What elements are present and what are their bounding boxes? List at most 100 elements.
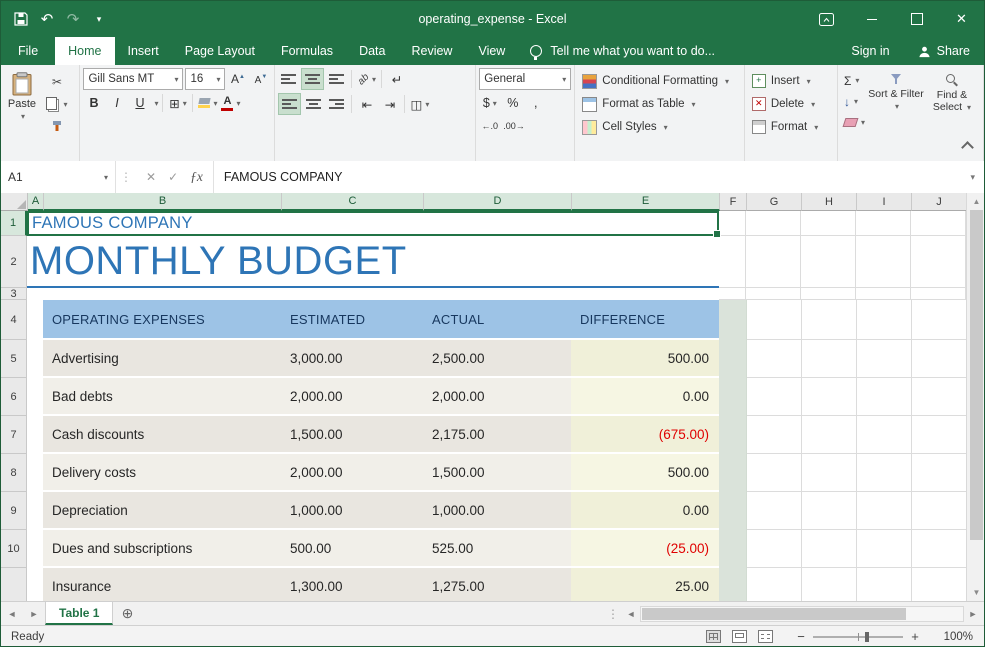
column-header-g[interactable]: G [747, 193, 802, 211]
grid-cell[interactable] [719, 454, 747, 492]
share-button[interactable]: Share [904, 37, 984, 65]
expense-name-cell[interactable]: Depreciation [43, 492, 281, 530]
save-button[interactable] [9, 6, 33, 32]
delete-cells-button[interactable]: ✕ Delete ▾ [748, 94, 834, 114]
row-header-2[interactable]: 2 [1, 236, 27, 288]
row-header-9[interactable]: 9 [1, 492, 27, 530]
tab-insert[interactable]: Insert [115, 37, 172, 65]
grid-cells[interactable] [747, 378, 967, 416]
maximize-button[interactable] [894, 1, 939, 37]
format-painter-button[interactable] [45, 117, 69, 135]
zoom-level[interactable]: 100% [923, 631, 984, 643]
select-all-corner[interactable] [1, 193, 28, 211]
grid-cell[interactable] [719, 236, 746, 288]
grid-cell[interactable] [27, 530, 43, 568]
estimated-cell[interactable]: 2,000.00 [281, 378, 423, 416]
fill-color-button[interactable]: ▾ [197, 93, 218, 113]
row-header-7[interactable]: 7 [1, 416, 27, 454]
actual-cell[interactable]: 2,500.00 [423, 340, 571, 378]
sort-filter-button[interactable]: Sort & Filter ▾ [868, 68, 924, 164]
expense-name-cell[interactable]: Dues and subscriptions [43, 530, 281, 568]
difference-cell[interactable]: (675.00) [571, 416, 719, 454]
sign-in-button[interactable]: Sign in [837, 37, 903, 65]
grid-cells[interactable] [746, 211, 966, 236]
autosum-button[interactable]: Σ▾ [841, 71, 868, 90]
cell-styles-button[interactable]: Cell Styles ▾ [578, 117, 741, 137]
table-header-estimated[interactable]: ESTIMATED [281, 300, 423, 340]
orientation-button[interactable]: ab▾ [356, 69, 377, 89]
number-format-select[interactable]: General ▾ [479, 68, 571, 90]
wrap-text-button[interactable]: ↵ [386, 69, 407, 89]
customize-quick-access-button[interactable]: ▾ [87, 6, 111, 32]
top-align-button[interactable] [278, 69, 299, 89]
cancel-entry-button[interactable]: ✕ [146, 170, 156, 184]
tab-page-layout[interactable]: Page Layout [172, 37, 268, 65]
grid-cell[interactable] [719, 530, 747, 568]
grid-cell[interactable] [27, 378, 43, 416]
align-left-button[interactable] [278, 93, 301, 115]
zoom-slider-thumb[interactable] [865, 632, 869, 642]
expense-name-cell[interactable]: Advertising [43, 340, 281, 378]
grid-cell[interactable] [719, 492, 747, 530]
actual-cell[interactable]: 1,000.00 [423, 492, 571, 530]
conditional-formatting-button[interactable]: Conditional Formatting ▾ [578, 71, 741, 91]
comma-format-button[interactable]: , [525, 93, 546, 113]
zoom-in-button[interactable]: + [907, 629, 923, 644]
column-header-h[interactable]: H [802, 193, 857, 211]
grid-cell[interactable] [719, 416, 747, 454]
new-sheet-button[interactable]: ⊕ [113, 602, 141, 625]
grid-cells[interactable] [747, 492, 967, 530]
clear-button[interactable]: ▾ [841, 113, 868, 132]
borders-button[interactable]: ⊞▾ [167, 93, 188, 113]
grid-cell[interactable] [719, 211, 746, 236]
format-as-table-button[interactable]: Format as Table ▾ [578, 94, 741, 114]
sheet-nav-left[interactable]: ◄ [1, 602, 23, 625]
scroll-right-arrow[interactable]: ► [964, 609, 982, 619]
grid-cell[interactable] [719, 378, 747, 416]
grid-cells[interactable] [747, 416, 967, 454]
actual-cell[interactable]: 2,000.00 [423, 378, 571, 416]
expense-name-cell[interactable]: Bad debts [43, 378, 281, 416]
sheet-tab-table1[interactable]: Table 1 [45, 602, 113, 625]
estimated-cell[interactable]: 2,000.00 [281, 454, 423, 492]
redo-button[interactable]: ↷ [61, 6, 85, 32]
underline-button[interactable]: U [129, 93, 150, 113]
paste-dropdown[interactable]: ▾ [21, 112, 25, 121]
row-header-4[interactable]: 4 [1, 300, 27, 340]
column-header-a[interactable]: A [28, 193, 44, 211]
table-header-operating-expenses[interactable]: OPERATING EXPENSES [43, 300, 281, 340]
close-button[interactable]: ✕ [939, 1, 984, 37]
insert-cells-button[interactable]: + Insert ▾ [748, 71, 834, 91]
ribbon-display-options-button[interactable] [804, 1, 849, 37]
merge-center-button[interactable]: ◫▾ [409, 94, 430, 114]
difference-cell[interactable]: 500.00 [571, 454, 719, 492]
bold-button[interactable]: B [83, 93, 104, 113]
scroll-down-arrow[interactable]: ▼ [967, 584, 985, 601]
currency-format-button[interactable]: $▾ [479, 93, 500, 113]
grid-cell[interactable] [719, 340, 747, 378]
tab-formulas[interactable]: Formulas [268, 37, 346, 65]
grid-cells[interactable] [747, 530, 967, 568]
fill-button[interactable]: ↓▾ [841, 92, 868, 111]
increase-font-size-button[interactable] [227, 69, 248, 89]
tab-view[interactable]: View [465, 37, 518, 65]
actual-cell[interactable]: 1,275.00 [423, 568, 571, 601]
scroll-up-arrow[interactable]: ▲ [967, 193, 985, 210]
italic-button[interactable]: I [106, 93, 127, 113]
name-box[interactable]: A1 ▾ [1, 161, 116, 193]
font-color-button[interactable]: A▾ [220, 93, 241, 113]
column-header-f[interactable]: F [720, 193, 747, 211]
estimated-cell[interactable]: 500.00 [281, 530, 423, 568]
increase-decimal-button[interactable]: ←.0 [479, 116, 500, 136]
sheet-nav-right[interactable]: ► [23, 602, 45, 625]
actual-cell[interactable]: 525.00 [423, 530, 571, 568]
grid-cells[interactable] [747, 300, 967, 340]
expense-name-cell[interactable]: Cash discounts [43, 416, 281, 454]
budget-title-cell[interactable]: MONTHLY BUDGET [27, 236, 719, 288]
grid-cell[interactable] [27, 300, 43, 340]
expense-name-cell[interactable]: Delivery costs [43, 454, 281, 492]
middle-align-button[interactable] [301, 68, 324, 90]
grid-cell[interactable] [719, 300, 747, 340]
row-header-6[interactable]: 6 [1, 378, 27, 416]
table-header-difference[interactable]: DIFFERENCE [571, 300, 719, 340]
